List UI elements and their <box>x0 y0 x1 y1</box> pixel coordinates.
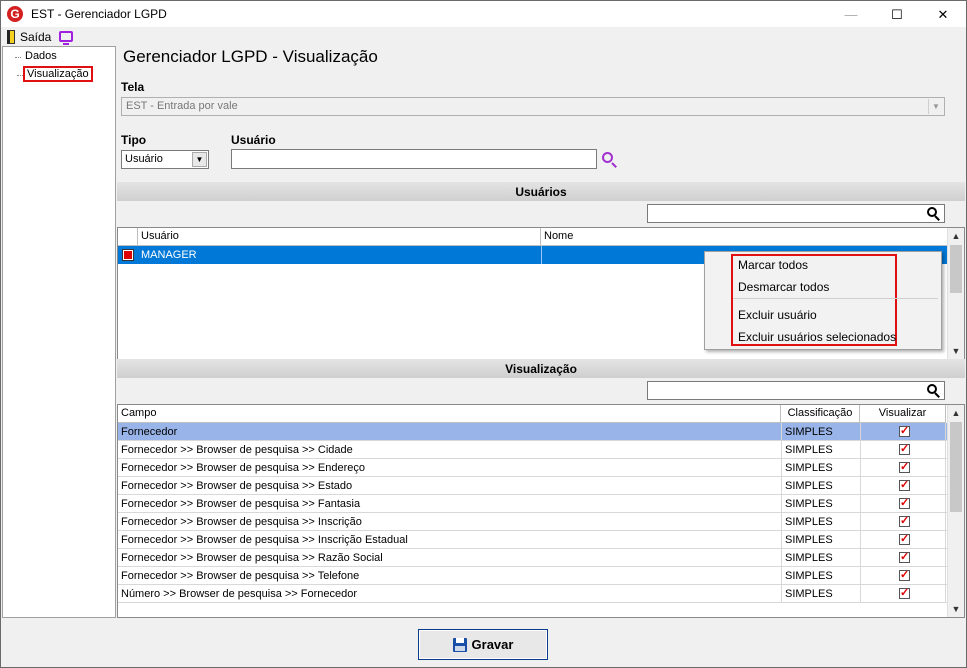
usuario-input[interactable] <box>231 149 597 169</box>
tela-select[interactable]: EST - Entrada por vale ▼ <box>121 97 945 116</box>
column-header-check <box>118 228 138 246</box>
cell-classificacao: SIMPLES <box>785 444 833 456</box>
cell-classificacao: SIMPLES <box>785 462 833 474</box>
table-row[interactable]: Fornecedor >> Browser de pesquisa >> Ins… <box>118 531 948 549</box>
users-scrollbar[interactable]: ▲ ▼ <box>947 228 964 359</box>
table-row[interactable]: Fornecedor >> Browser de pesquisa >> Raz… <box>118 549 948 567</box>
cell-campo: Fornecedor >> Browser de pesquisa >> Est… <box>121 480 353 492</box>
floppy-disk-icon <box>452 637 467 652</box>
cell-classificacao: SIMPLES <box>785 516 833 528</box>
table-row[interactable]: Fornecedor >> Browser de pesquisa >> Tel… <box>118 567 948 585</box>
maximize-button[interactable]: ☐ <box>874 1 920 28</box>
cell-campo: Número >> Browser de pesquisa >> Fornece… <box>121 588 358 600</box>
cell-campo: Fornecedor >> Browser de pesquisa >> Tel… <box>121 570 360 582</box>
tipo-label: Tipo <box>121 133 147 147</box>
exit-door-icon[interactable] <box>7 29 15 44</box>
search-icon[interactable] <box>927 384 940 398</box>
usuario-label: Usuário <box>231 133 276 147</box>
page-title: Gerenciador LGPD - Visualização <box>123 47 378 66</box>
visualizar-checkbox[interactable] <box>899 586 910 599</box>
search-icon[interactable] <box>601 151 619 169</box>
users-filter-input[interactable] <box>647 204 945 223</box>
title-bar: G EST - Gerenciador LGPD — ☐ ✕ <box>0 0 967 27</box>
scroll-down-icon[interactable]: ▼ <box>948 601 964 617</box>
vis-section-header: Visualização <box>117 359 965 378</box>
row-checkbox[interactable] <box>122 249 134 261</box>
column-header-visualizar[interactable]: Visualizar <box>860 405 946 423</box>
cell-campo: Fornecedor <box>121 426 178 438</box>
tipo-select-value: Usuário <box>125 153 163 165</box>
chevron-down-icon[interactable]: ▼ <box>928 99 943 114</box>
cell-classificacao: SIMPLES <box>785 552 833 564</box>
save-button[interactable]: Gravar <box>418 629 548 660</box>
cell-classificacao: SIMPLES <box>785 570 833 582</box>
menu-item-excluir-selecionados[interactable]: Excluir usuários selecionados <box>738 330 896 344</box>
scroll-thumb[interactable] <box>950 245 962 293</box>
menu-separator <box>733 298 938 299</box>
visualizacao-grid[interactable]: Campo Classificação Visualizar Fornecedo… <box>117 404 965 618</box>
chevron-down-icon[interactable]: ▼ <box>192 152 207 167</box>
cell-classificacao: SIMPLES <box>785 534 833 546</box>
cell-campo: Fornecedor >> Browser de pesquisa >> Fan… <box>121 498 361 510</box>
context-menu: Marcar todos Desmarcar todos Excluir usu… <box>704 251 942 350</box>
cell-campo: Fornecedor >> Browser de pesquisa >> Ins… <box>121 516 362 528</box>
visualizar-checkbox[interactable] <box>899 496 910 509</box>
visualizar-checkbox[interactable] <box>899 514 910 527</box>
visualizar-checkbox[interactable] <box>899 424 910 437</box>
minimize-button[interactable]: — <box>828 1 874 28</box>
scroll-up-icon[interactable]: ▲ <box>948 405 964 421</box>
window-title: EST - Gerenciador LGPD <box>31 7 167 21</box>
scroll-down-icon[interactable]: ▼ <box>948 343 964 359</box>
table-row[interactable]: Fornecedor >> Browser de pesquisa >> Fan… <box>118 495 948 513</box>
visualizar-checkbox[interactable] <box>899 568 910 581</box>
exit-button[interactable]: Saída <box>20 30 51 44</box>
scroll-thumb[interactable] <box>950 422 962 512</box>
cell-classificacao: SIMPLES <box>785 588 833 600</box>
menu-item-marcar-todos[interactable]: Marcar todos <box>738 258 808 272</box>
visualizar-checkbox[interactable] <box>899 478 910 491</box>
table-row[interactable]: Fornecedor SIMPLES <box>118 423 948 441</box>
column-header-usuario[interactable]: Usuário <box>138 228 541 246</box>
save-button-label: Gravar <box>471 637 514 652</box>
visualizacao-scrollbar[interactable]: ▲ ▼ <box>947 405 964 617</box>
menu-item-desmarcar-todos[interactable]: Desmarcar todos <box>738 280 829 294</box>
visualizar-checkbox[interactable] <box>899 550 910 563</box>
cell-classificacao: SIMPLES <box>785 498 833 510</box>
table-row[interactable]: Fornecedor >> Browser de pesquisa >> Cid… <box>118 441 948 459</box>
tipo-select[interactable]: Usuário ▼ <box>121 150 209 169</box>
close-button[interactable]: ✕ <box>920 1 966 28</box>
cell-campo: Fornecedor >> Browser de pesquisa >> Cid… <box>121 444 353 456</box>
tree-item-dados[interactable]: Dados <box>15 50 59 62</box>
scroll-up-icon[interactable]: ▲ <box>948 228 964 244</box>
cell-campo: Fornecedor >> Browser de pesquisa >> Raz… <box>121 552 383 564</box>
table-row[interactable]: Fornecedor >> Browser de pesquisa >> Ins… <box>118 513 948 531</box>
monitor-icon[interactable] <box>59 31 74 45</box>
users-section-header: Usuários <box>117 182 965 201</box>
column-header-nome[interactable]: Nome <box>541 228 948 246</box>
visualizar-checkbox[interactable] <box>899 460 910 473</box>
menu-item-excluir-usuario[interactable]: Excluir usuário <box>738 308 817 322</box>
visualizar-checkbox[interactable] <box>899 442 910 455</box>
toolbar: Saída <box>0 27 967 46</box>
visualizar-checkbox[interactable] <box>899 532 910 545</box>
tree-item-visualizacao[interactable]: Visualização <box>17 66 93 82</box>
table-row[interactable]: Fornecedor >> Browser de pesquisa >> Est… <box>118 477 948 495</box>
cell-usuario: MANAGER <box>141 249 197 261</box>
tela-select-value: EST - Entrada por vale <box>126 100 238 112</box>
table-row[interactable]: Número >> Browser de pesquisa >> Fornece… <box>118 585 948 603</box>
cell-classificacao: SIMPLES <box>785 426 833 438</box>
cell-campo: Fornecedor >> Browser de pesquisa >> End… <box>121 462 365 474</box>
app-logo-icon: G <box>7 6 23 22</box>
search-icon[interactable] <box>927 207 940 221</box>
cell-classificacao: SIMPLES <box>785 480 833 492</box>
navigation-tree: Dados Visualização <box>2 46 116 618</box>
tela-label: Tela <box>121 80 145 94</box>
column-header-campo[interactable]: Campo <box>118 405 781 423</box>
table-row[interactable]: Fornecedor >> Browser de pesquisa >> End… <box>118 459 948 477</box>
column-header-classificacao[interactable]: Classificação <box>781 405 860 423</box>
vis-filter-input[interactable] <box>647 381 945 400</box>
cell-campo: Fornecedor >> Browser de pesquisa >> Ins… <box>121 534 408 546</box>
